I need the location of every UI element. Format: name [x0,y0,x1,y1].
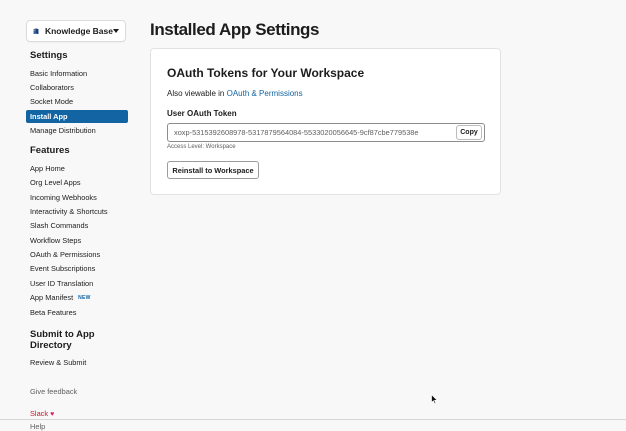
sidebar-item-user-id-translation[interactable]: User ID Translation [30,279,93,289]
sidebar-item-socket-mode[interactable]: Socket Mode [30,97,73,107]
copy-button[interactable]: Copy [456,125,482,140]
also-viewable-text: Also viewable in OAuth & Permissions [167,89,303,98]
sidebar-item-app-home[interactable]: App Home [30,164,65,174]
card-title: OAuth Tokens for Your Workspace [167,66,365,80]
settings-heading: Settings [30,50,68,61]
sidebar-item-beta-features[interactable]: Beta Features [30,308,76,318]
sidebar-item-workflow-steps[interactable]: Workflow Steps [30,236,81,246]
sidebar-item-org-level-apps[interactable]: Org Level Apps [30,178,81,188]
submit-heading: Submit to App Directory [30,329,95,351]
oauth-tokens-card: OAuth Tokens for Your Workspace Also vie… [150,48,501,195]
also-viewable-prefix: Also viewable in [167,89,227,98]
new-badge: NEW [78,295,91,301]
sidebar-item-event-subscriptions[interactable]: Event Subscriptions [30,264,95,274]
sidebar: Knowledge Base Settings Basic Informatio… [0,0,140,431]
sidebar-item-install-app[interactable]: Install App [26,110,128,123]
sidebar-item-review-submit[interactable]: Review & Submit [30,358,86,368]
token-field: Copy [167,123,485,142]
book-icon [33,28,39,34]
chevron-down-icon [113,29,119,33]
sidebar-item-incoming-webhooks[interactable]: Incoming Webhooks [30,193,97,203]
oauth-permissions-link[interactable]: OAuth & Permissions [227,89,303,98]
token-input[interactable] [168,124,454,141]
sidebar-item-app-manifest[interactable]: App Manifest NEW [30,293,91,303]
sidebar-item-label: App Manifest [30,293,74,302]
mouse-pointer-icon [431,394,438,405]
slack-link-label: Slack [30,409,49,418]
sidebar-item-interactivity-shortcuts[interactable]: Interactivity & Shortcuts [30,207,108,217]
submit-heading-line2: Directory [30,340,72,351]
sidebar-item-manage-distribution[interactable]: Manage Distribution [30,126,96,136]
token-label: User OAuth Token [167,109,237,118]
sidebar-item-oauth-permissions[interactable]: OAuth & Permissions [30,250,100,260]
footer-divider [0,419,626,420]
reinstall-button[interactable]: Reinstall to Workspace [167,161,259,179]
page-title: Installed App Settings [150,20,320,39]
features-heading: Features [30,145,70,156]
app-selector[interactable]: Knowledge Base [26,20,126,42]
heart-icon: ♥ [50,411,55,418]
sidebar-item-basic-information[interactable]: Basic Information [30,69,87,79]
access-level-text: Access Level: Workspace [167,144,236,150]
help-link[interactable]: Help [30,422,45,431]
submit-heading-line1: Submit to App [30,329,95,340]
slack-link[interactable]: Slack ♥ [30,409,54,418]
sidebar-item-collaborators[interactable]: Collaborators [30,83,74,93]
app-selector-label: Knowledge Base [44,26,113,36]
sidebar-item-slash-commands[interactable]: Slash Commands [30,221,88,231]
give-feedback-link[interactable]: Give feedback [30,387,77,396]
